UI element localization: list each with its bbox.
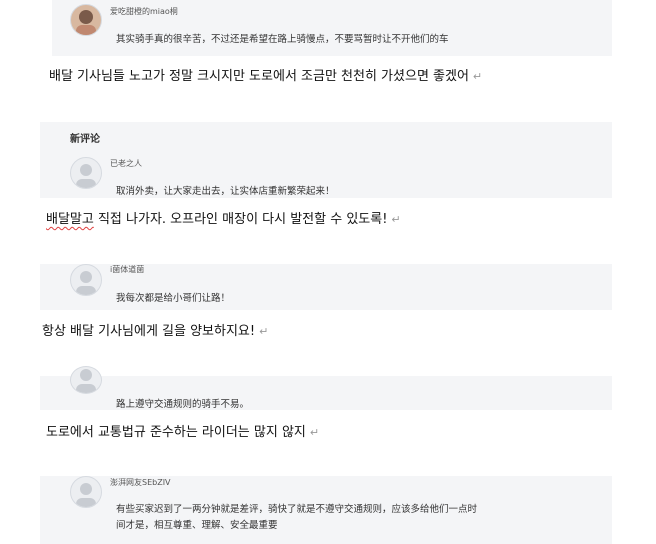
return-mark-icon: ↵ — [309, 426, 320, 439]
default-avatar[interactable] — [70, 476, 102, 508]
translation-text: 직접 나가자. 오프라인 매장이 다시 발전할 수 있도록! — [93, 212, 388, 227]
translation-box: 배달 기사님들 노고가 정말 크시지만 도로에서 조금만 천천히 가셨으면 좋겠… — [38, 56, 614, 122]
default-avatar[interactable] — [70, 366, 102, 394]
translation-text: 배달 기사님들 노고가 정말 크시지만 도로에서 조금만 천천히 가셨으면 좋겠… — [49, 69, 469, 84]
return-mark-icon: ↵ — [259, 325, 269, 338]
translation-box: 항상 배달 기사님에게 길을 양보하지요! ↵ — [30, 310, 614, 376]
section-title: 新评论 — [70, 134, 100, 145]
comment-username[interactable]: i菌体道菌 — [110, 264, 144, 275]
comment-text: 路上遵守交通规则的骑手不易。 — [116, 399, 250, 410]
return-mark-icon: ↵ — [472, 70, 483, 83]
comment-username[interactable]: 已老之人 — [110, 158, 142, 169]
comment-text: 取消外卖，让大家走出去，让实体店重新繁荣起来！ — [116, 186, 335, 197]
return-mark-icon: ↵ — [391, 213, 401, 226]
comment-text: 我每次都是给小哥们让路！ — [116, 293, 231, 304]
comment-username[interactable]: 澎湃网友SEbZIV — [110, 477, 171, 488]
misspelled-word: 배달말고 — [46, 212, 94, 227]
translation-text: 항상 배달 기사님에게 길을 양보하지요! — [42, 324, 256, 339]
comment-username[interactable]: 爱吃甜橙的miao桐 — [110, 6, 178, 17]
translation-box: 도로에서 교통법규 준수하는 라이더는 많지 않지 ↵ — [36, 410, 614, 476]
default-avatar[interactable] — [70, 157, 102, 189]
comment-text-line-2: 间才是，相互尊重、理解、安全最重要 — [116, 520, 278, 531]
comment-text: 其实骑手真的很辛苦，不过还是希望在路上骑慢点，不要骂暂时让不开他们的车 — [116, 34, 449, 45]
default-avatar[interactable] — [70, 264, 102, 296]
translation-box: 배달말고 직접 나가자. 오프라인 매장이 다시 발전할 수 있도록! ↵ — [36, 198, 614, 264]
comment-text-line-1: 有些买家迟到了一两分钟就是差评，骑快了就是不遵守交通规则，应该多给他们一点时 — [116, 504, 478, 515]
user-avatar[interactable] — [70, 4, 102, 36]
translation-text: 도로에서 교통법규 준수하는 라이더는 많지 않지 — [46, 425, 306, 440]
